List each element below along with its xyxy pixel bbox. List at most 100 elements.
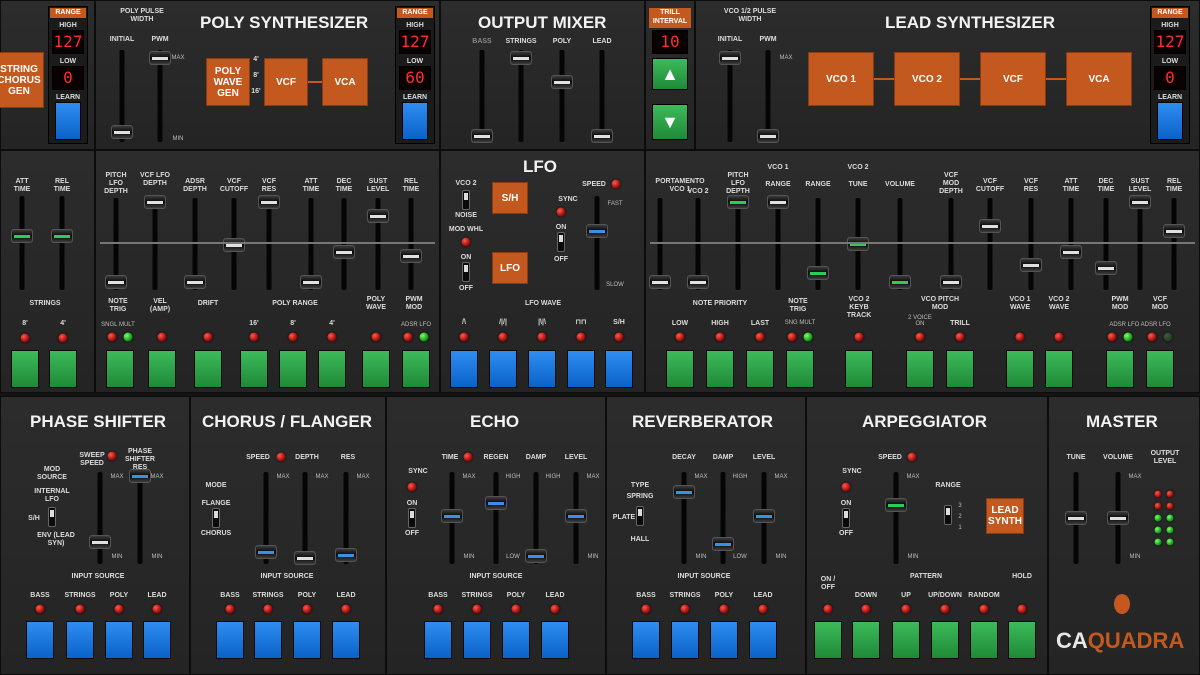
drift-button[interactable] [194, 350, 222, 388]
poly-low-display[interactable]: 60 [399, 66, 431, 90]
strings-att-slider[interactable] [11, 229, 33, 243]
lead-att-slider[interactable] [1060, 245, 1082, 259]
chorus-mode-switch[interactable] [212, 508, 220, 528]
arp-on-off-button[interactable] [814, 621, 842, 659]
lead-pwm-slider[interactable] [757, 129, 779, 143]
vco2-range-slider[interactable] [807, 266, 829, 280]
mixer-strings-slider[interactable] [510, 51, 532, 65]
poly-wave-button[interactable] [362, 350, 390, 388]
chorus-depth-slider[interactable] [294, 551, 316, 565]
initial-slider[interactable] [111, 125, 133, 139]
reverb-damp-slider[interactable] [712, 537, 734, 551]
trill-button[interactable] [946, 350, 974, 388]
strings-high-display[interactable]: 127 [52, 30, 84, 54]
mod-source-switch[interactable] [48, 507, 56, 527]
reverb-poly-button[interactable] [710, 621, 738, 659]
np-last-button[interactable] [746, 350, 774, 388]
poly-sust-slider[interactable] [367, 209, 389, 223]
lead-vcf-mod-button[interactable] [1146, 350, 1174, 388]
lead-rel-slider[interactable] [1163, 224, 1185, 238]
lfo-wave-sh-button[interactable] [605, 350, 633, 388]
poly-range-16-button[interactable] [240, 350, 268, 388]
lead-vcf-res-slider[interactable] [1020, 258, 1042, 272]
echo-lead-button[interactable] [541, 621, 569, 659]
master-volume-slider[interactable] [1107, 511, 1129, 525]
phase-res-slider[interactable] [129, 469, 151, 483]
reverb-lead-button[interactable] [749, 621, 777, 659]
trill-interval-display[interactable]: 10 [652, 30, 688, 54]
vco2-wave-button[interactable] [1045, 350, 1073, 388]
arp-sync-switch[interactable] [842, 508, 850, 528]
poly-dec-slider[interactable] [333, 245, 355, 259]
chorus-lead-button[interactable] [332, 621, 360, 659]
portamento-vco1-slider[interactable] [649, 275, 671, 289]
mixer-poly-slider[interactable] [551, 75, 573, 89]
poly-high-display[interactable]: 127 [399, 30, 431, 54]
arp-random-button[interactable] [970, 621, 998, 659]
lead-vcf-cutoff-slider[interactable] [979, 219, 1001, 233]
note-trig-button[interactable] [106, 350, 134, 388]
echo-sync-switch[interactable] [408, 508, 416, 528]
poly-pitch-lfo-slider[interactable] [105, 275, 127, 289]
trill-up-button[interactable]: ▲ [652, 58, 688, 90]
lfo-sync-switch[interactable] [557, 232, 565, 252]
pwm-mod-button[interactable] [402, 350, 430, 388]
poly-vcf-res-slider[interactable] [258, 195, 280, 209]
lfo-wave-saw-down-button[interactable] [528, 350, 556, 388]
portamento-vco2-slider[interactable] [687, 275, 709, 289]
lead-high-display[interactable]: 127 [1154, 30, 1186, 54]
echo-damp-slider[interactable] [525, 549, 547, 563]
two-voice-button[interactable] [906, 350, 934, 388]
poly-learn-button[interactable] [402, 102, 428, 140]
poly-vcf-lfo-slider[interactable] [144, 195, 166, 209]
chorus-strings-button[interactable] [254, 621, 282, 659]
vco2-keyb-button[interactable] [845, 350, 873, 388]
poly-vcf-cutoff-slider[interactable] [223, 238, 245, 252]
arp-range-switch[interactable] [944, 505, 952, 525]
reverb-bass-button[interactable] [632, 621, 660, 659]
echo-strings-button[interactable] [463, 621, 491, 659]
mixer-bass-slider[interactable] [471, 129, 493, 143]
mixer-lead-slider[interactable] [591, 129, 613, 143]
phase-lead-button[interactable] [143, 621, 171, 659]
lead-pwm-mod-button[interactable] [1106, 350, 1134, 388]
lead-learn-button[interactable] [1157, 102, 1183, 140]
echo-bass-button[interactable] [424, 621, 452, 659]
vel-amp-button[interactable] [148, 350, 176, 388]
lfo-wave-saw-up-button[interactable] [489, 350, 517, 388]
echo-time-slider[interactable] [441, 509, 463, 523]
echo-level-slider[interactable] [565, 509, 587, 523]
np-low-button[interactable] [666, 350, 694, 388]
strings-low-display[interactable]: 0 [52, 66, 84, 90]
chorus-poly-button[interactable] [293, 621, 321, 659]
lfo-speed-slider[interactable] [586, 224, 608, 238]
chorus-bass-button[interactable] [216, 621, 244, 659]
vco2-tune-slider[interactable] [847, 237, 869, 251]
lead-sust-slider[interactable] [1129, 195, 1151, 209]
strings-learn-button[interactable] [55, 102, 81, 140]
poly-range-4-button[interactable] [318, 350, 346, 388]
vco1-range-slider[interactable] [767, 195, 789, 209]
lead-initial-slider[interactable] [719, 51, 741, 65]
lfo-wave-tri-button[interactable] [450, 350, 478, 388]
arp-hold-button[interactable] [1008, 621, 1036, 659]
arp-updown-button[interactable] [931, 621, 959, 659]
strings-4-button[interactable] [49, 350, 77, 388]
np-high-button[interactable] [706, 350, 734, 388]
lead-dec-slider[interactable] [1095, 261, 1117, 275]
arp-up-button[interactable] [892, 621, 920, 659]
reverb-level-slider[interactable] [753, 509, 775, 523]
phase-poly-button[interactable] [105, 621, 133, 659]
reverb-type-switch[interactable] [636, 506, 644, 526]
master-tune-slider[interactable] [1065, 511, 1087, 525]
phase-bass-button[interactable] [26, 621, 54, 659]
pwm-slider[interactable] [149, 51, 171, 65]
sweep-speed-slider[interactable] [89, 535, 111, 549]
lead-vcf-mod-slider[interactable] [940, 275, 962, 289]
vco2-volume-slider[interactable] [889, 275, 911, 289]
poly-rel-slider[interactable] [400, 249, 422, 263]
poly-adsr-depth-slider[interactable] [184, 275, 206, 289]
lead-low-display[interactable]: 0 [1154, 66, 1186, 90]
lfo-wave-square-button[interactable] [567, 350, 595, 388]
lead-pitch-lfo-slider[interactable] [727, 195, 749, 209]
